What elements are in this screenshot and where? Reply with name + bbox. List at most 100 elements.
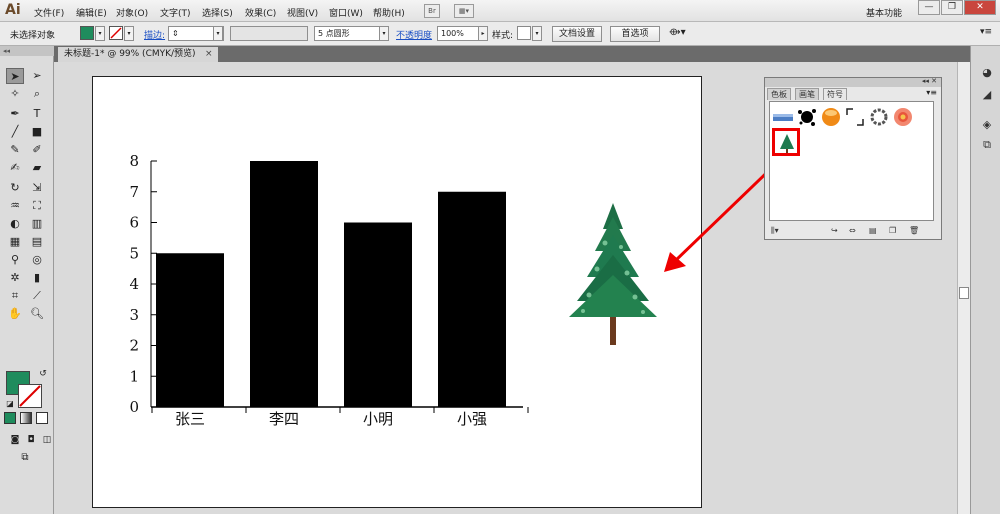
tree-symbol-instance[interactable]	[565, 199, 665, 349]
selection-tool-icon[interactable]: ➤	[6, 68, 24, 84]
x-category-label[interactable]: 李四	[269, 410, 299, 428]
x-category-label[interactable]: 小明	[363, 410, 393, 428]
x-category-label[interactable]: 小强	[457, 410, 487, 428]
brush-definition[interactable]: 5 点圆形	[314, 26, 380, 41]
graphic-style-swatch[interactable]	[517, 26, 531, 40]
artboard-tool-icon[interactable]: ⌗	[6, 288, 24, 304]
eyedropper-tool-icon[interactable]: ⚲	[6, 252, 24, 268]
brush-dropdown[interactable]: ▾	[379, 26, 389, 41]
restore-button[interactable]: ❐	[941, 0, 963, 15]
menu-object[interactable]: 对象(O)	[116, 6, 148, 19]
symbol-options-icon[interactable]: ▤	[869, 226, 877, 235]
x-category-label[interactable]: 张三	[175, 410, 205, 428]
y-tick-label[interactable]: 4	[129, 275, 139, 293]
y-tick-label[interactable]: 7	[129, 183, 139, 201]
chart-bar[interactable]	[250, 161, 318, 407]
opacity-dropdown[interactable]: ▸	[478, 26, 488, 41]
layers-panel-icon[interactable]: ◈	[979, 118, 995, 132]
swap-fill-stroke-icon[interactable]: ↺	[34, 366, 52, 382]
menu-file[interactable]: 文件(F)	[34, 6, 64, 19]
tools-panel-header[interactable]: ◂◂	[0, 46, 54, 56]
menu-select[interactable]: 选择(S)	[202, 6, 233, 19]
chart-bar[interactable]	[438, 191, 506, 407]
workspace-switcher[interactable]: 基本功能	[866, 6, 902, 19]
menu-edit[interactable]: 编辑(E)	[76, 6, 107, 19]
ink-splash-symbol[interactable]	[796, 106, 818, 128]
arrange-documents-icon[interactable]: ▦▾	[454, 4, 474, 18]
minimize-button[interactable]: —	[918, 0, 940, 15]
shape-builder-tool-icon[interactable]: ◐	[6, 216, 24, 232]
stroke-dropdown[interactable]: ▾	[124, 26, 134, 41]
stroke-color-box[interactable]	[18, 384, 42, 408]
preferences-button[interactable]: 首选项	[610, 26, 660, 42]
line-tool-icon[interactable]: ╱	[6, 124, 24, 140]
opacity-label[interactable]: 不透明度	[396, 28, 432, 41]
chart-bar[interactable]	[344, 222, 412, 408]
wreath-symbol[interactable]	[868, 106, 890, 128]
hand-tool-icon[interactable]: ✋	[6, 306, 24, 322]
orange-button-symbol[interactable]	[820, 106, 842, 128]
slice-tool-icon[interactable]: ⟋	[28, 288, 46, 304]
fill-color-swatch[interactable]	[80, 26, 94, 40]
control-panel-menu-icon[interactable]: ▾≡	[980, 27, 992, 37]
stroke-color-swatch[interactable]	[109, 26, 123, 40]
stroke-weight-label[interactable]: 描边:	[144, 28, 165, 41]
break-link-icon[interactable]: ⇔	[849, 226, 856, 235]
vertical-scrollbar[interactable]	[957, 62, 970, 514]
delete-symbol-icon[interactable]: 🗑︎	[909, 226, 919, 235]
color-mode-icon[interactable]	[4, 412, 16, 424]
stroke-weight-dropdown[interactable]: ▾	[213, 26, 223, 41]
menu-effect[interactable]: 效果(C)	[245, 6, 276, 19]
document-tab[interactable]: 未标题-1* @ 99% (CMYK/预览) ×	[58, 47, 218, 62]
eraser-tool-icon[interactable]: ▰	[28, 160, 46, 176]
scrollbar-thumb[interactable]	[959, 287, 969, 299]
menu-type[interactable]: 文字(T)	[160, 6, 191, 19]
scale-tool-icon[interactable]: ⇲	[28, 180, 46, 196]
rotate-tool-icon[interactable]: ↻	[6, 180, 24, 196]
corner-frame-symbol[interactable]	[844, 106, 866, 128]
default-colors-icon[interactable]: ◪	[1, 396, 19, 412]
symbol-sprayer-tool-icon[interactable]: ✲	[6, 270, 24, 286]
blue-banner-symbol[interactable]	[772, 106, 794, 128]
pen-tool-icon[interactable]: ✒	[6, 106, 24, 122]
color-guide-icon[interactable]: ◢	[979, 88, 995, 102]
blend-tool-icon[interactable]: ◎	[28, 252, 46, 268]
fill-dropdown[interactable]: ▾	[95, 26, 105, 41]
lasso-tool-icon[interactable]: ⌕	[28, 86, 46, 102]
menu-view[interactable]: 视图(V)	[287, 6, 318, 19]
close-button[interactable]: ✕	[964, 0, 996, 15]
free-transform-tool-icon[interactable]: ⛶	[28, 198, 46, 214]
new-symbol-icon[interactable]: ❐	[889, 226, 896, 235]
magic-wand-tool-icon[interactable]: ✧	[6, 86, 24, 102]
panel-menu-icon[interactable]: ▾≡	[926, 88, 937, 97]
opacity-input[interactable]: 100%	[437, 26, 481, 41]
screen-mode-icon[interactable]: ⧉	[16, 450, 34, 466]
y-tick-label[interactable]: 2	[129, 337, 139, 355]
transform-icon[interactable]: ⟴▾	[669, 27, 686, 38]
zoom-tool-icon[interactable]: 🔍︎	[28, 306, 46, 322]
y-tick-label[interactable]: 0	[129, 398, 139, 416]
flower-symbol[interactable]	[892, 106, 914, 128]
artboard[interactable]: 0 1 2 3 4 5 6 7 8 张三 李四 小明 小强	[92, 76, 702, 508]
chart-bar[interactable]	[156, 253, 224, 407]
gradient-mode-icon[interactable]	[20, 412, 32, 424]
column-graph-tool-icon[interactable]: ▮	[28, 270, 46, 286]
tab-brushes[interactable]: 画笔	[795, 88, 819, 100]
y-tick-label[interactable]: 3	[129, 306, 139, 324]
variable-width-profile[interactable]	[230, 26, 308, 41]
perspective-grid-tool-icon[interactable]: ▥	[28, 216, 46, 232]
tab-symbols[interactable]: 符号	[823, 88, 847, 100]
rectangle-tool-icon[interactable]: ■	[28, 124, 46, 140]
blob-brush-tool-icon[interactable]: ✍	[6, 160, 24, 176]
type-tool-icon[interactable]: T	[28, 106, 46, 122]
place-instance-icon[interactable]: ↪	[831, 226, 838, 235]
panel-collapse-close[interactable]: ◂◂ ✕	[922, 77, 937, 85]
tab-swatches[interactable]: 色板	[767, 88, 791, 100]
color-panel-icon[interactable]: ◕	[979, 66, 995, 80]
menu-help[interactable]: 帮助(H)	[373, 6, 405, 19]
y-tick-label[interactable]: 8	[129, 152, 139, 170]
y-tick-label[interactable]: 5	[129, 244, 139, 262]
panel-title-bar[interactable]: ◂◂ ✕	[765, 77, 941, 87]
none-mode-icon[interactable]	[36, 412, 48, 424]
graphic-style-dropdown[interactable]: ▾	[532, 26, 542, 41]
